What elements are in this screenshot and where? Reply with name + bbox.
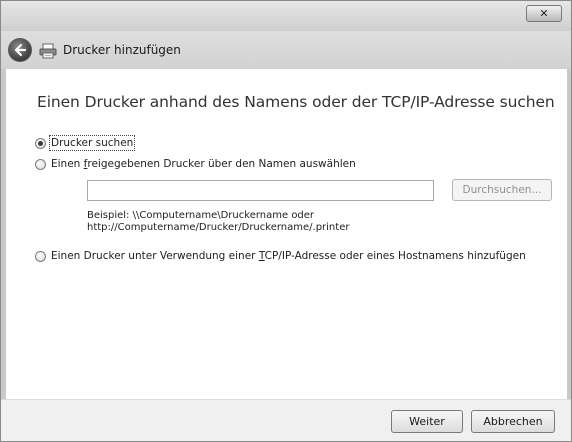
- browse-button[interactable]: Durchsuchen...: [452, 179, 552, 201]
- printer-name-input[interactable]: [87, 180, 434, 201]
- next-button[interactable]: Weiter: [391, 410, 463, 433]
- example-line-1: Beispiel: \\Computername\Druckername ode…: [87, 210, 315, 221]
- page-heading: Einen Drucker anhand des Namens oder der…: [37, 93, 555, 111]
- option-tcpip-printer[interactable]: Einen Drucker unter Verwendung einer TCP…: [35, 250, 526, 262]
- option-search-printer[interactable]: Drucker suchen: [35, 135, 136, 151]
- back-arrow-icon: [14, 43, 27, 57]
- radio-tcpip-printer[interactable]: [35, 250, 46, 262]
- back-button[interactable]: [8, 38, 32, 62]
- printer-icon: [39, 43, 57, 59]
- next-button-label: Weiter: [409, 415, 445, 428]
- example-text: Beispiel: \\Computername\Druckername ode…: [87, 210, 349, 234]
- button-bar: Weiter Abbrechen: [1, 399, 571, 441]
- title-bar: ✕: [1, 1, 571, 31]
- option-shared-printer-label: Einen freigegebenen Drucker über den Nam…: [51, 158, 356, 170]
- radio-search-printer[interactable]: [35, 137, 46, 149]
- option-tcpip-printer-label: Einen Drucker unter Verwendung einer TCP…: [51, 250, 526, 262]
- option-shared-printer[interactable]: Einen freigegebenen Drucker über den Nam…: [35, 158, 356, 170]
- close-button[interactable]: ✕: [526, 5, 562, 22]
- dialog-title: Drucker hinzufügen: [63, 43, 181, 57]
- add-printer-dialog: ✕ Drucker hinzufügen Einen Drucker anhan…: [0, 0, 572, 442]
- close-icon: ✕: [539, 7, 549, 20]
- cancel-button[interactable]: Abbrechen: [471, 410, 555, 433]
- content-area: Einen Drucker anhand des Namens oder der…: [6, 69, 567, 399]
- option-search-printer-label: Drucker suchen: [48, 135, 136, 151]
- radio-shared-printer[interactable]: [35, 158, 46, 170]
- browse-button-label: Durchsuchen...: [462, 184, 542, 196]
- navigation-bar: Drucker hinzufügen: [1, 31, 571, 69]
- example-line-2: http://Computername/Drucker/Druckername/…: [87, 222, 350, 233]
- cancel-button-label: Abbrechen: [483, 415, 543, 428]
